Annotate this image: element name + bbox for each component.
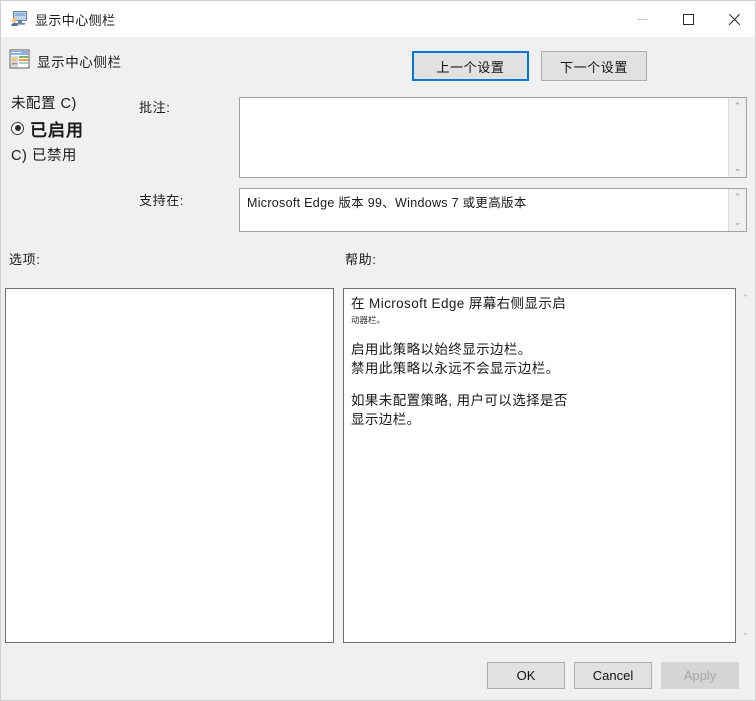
footer-separator — [1, 652, 755, 653]
help-label: 帮助: — [345, 252, 377, 267]
minimize-icon — [636, 18, 648, 20]
apply-button: Apply — [661, 662, 739, 689]
minimize-button[interactable] — [619, 1, 665, 37]
close-button[interactable] — [711, 1, 755, 37]
maximize-button[interactable] — [665, 1, 711, 37]
supported-on-textbox[interactable]: Microsoft Edge 版本 99、Windows 7 或更高版本 ⌃ ⌄ — [239, 188, 747, 232]
radio-disabled[interactable]: C) 已禁用 — [1, 141, 231, 167]
scroll-down-icon[interactable]: ⌄ — [736, 624, 755, 641]
radio-disabled-label: C) 已禁用 — [11, 147, 77, 164]
ok-button[interactable]: OK — [487, 662, 565, 689]
help-para2-line2: 禁用此策略以永远不会显示边栏。 — [351, 361, 560, 376]
radio-not-configured[interactable]: 未配置 C) — [1, 89, 231, 115]
radio-enabled[interactable]: 已启用 — [1, 115, 231, 141]
radio-not-configured-label: 未配置 C) — [11, 95, 77, 112]
radio-enabled-label: 已启用 — [30, 120, 84, 140]
supported-on-label: 支持在: — [139, 193, 185, 208]
window-controls — [619, 1, 755, 37]
help-para3-line2: 显示边栏。 — [351, 412, 421, 427]
radio-selected-icon — [11, 121, 24, 135]
maximize-icon — [682, 13, 694, 25]
supported-on-value: Microsoft Edge 版本 99、Windows 7 或更高版本 — [247, 196, 527, 210]
titlebar: 显示中心侧栏 — [1, 1, 755, 38]
computer-user-icon — [11, 11, 27, 26]
comment-scrollbar[interactable]: ⌃ ⌄ — [728, 98, 746, 177]
options-label: 选项: — [9, 252, 41, 267]
scroll-up-icon[interactable]: ⌃ — [729, 189, 746, 206]
next-setting-button[interactable]: 下一个设置 — [541, 51, 647, 81]
window-title: 显示中心侧栏 — [35, 13, 116, 28]
help-para2-line1: 启用此策略以始终显示边栏。 — [351, 342, 532, 357]
help-text: 在 Microsoft Edge 屏幕右侧显示启 动器栏。 启用此策略以始终显示… — [351, 294, 727, 429]
help-para3-line1: 如果未配置策略, 用户可以选择是否 — [351, 393, 568, 408]
close-icon — [728, 13, 741, 26]
cancel-button[interactable]: Cancel — [574, 662, 652, 689]
help-scrollbar[interactable]: ⌃ ⌄ — [736, 288, 755, 643]
help-line-2: 动器栏。 — [351, 315, 386, 325]
scroll-up-icon[interactable]: ⌃ — [736, 290, 755, 307]
help-line-1: 在 Microsoft Edge 屏幕右侧显示启 — [351, 296, 567, 311]
comment-textbox[interactable]: ⌃ ⌄ — [239, 97, 747, 178]
supported-on-scrollbar[interactable]: ⌃ ⌄ — [728, 189, 746, 231]
state-radio-group: 未配置 C) 已启用 C) 已禁用 — [1, 89, 231, 167]
help-panel: 在 Microsoft Edge 屏幕右侧显示启 动器栏。 启用此策略以始终显示… — [343, 288, 736, 643]
help-spacer — [351, 378, 727, 391]
group-policy-setting-dialog: 显示中心侧栏 显示中心侧栏 上一个设置 下一个设置 未配置 C) 已启用 C) … — [0, 0, 756, 701]
previous-setting-button[interactable]: 上一个设置 — [412, 51, 529, 81]
setting-title: 显示中心侧栏 — [37, 55, 122, 70]
scroll-down-icon[interactable]: ⌄ — [729, 214, 746, 231]
scroll-down-icon[interactable]: ⌄ — [729, 160, 746, 177]
scroll-up-icon[interactable]: ⌃ — [729, 98, 746, 115]
comment-label: 批注: — [139, 100, 171, 115]
options-panel[interactable] — [5, 288, 334, 643]
policy-setting-icon — [9, 49, 30, 69]
help-spacer — [351, 327, 727, 340]
